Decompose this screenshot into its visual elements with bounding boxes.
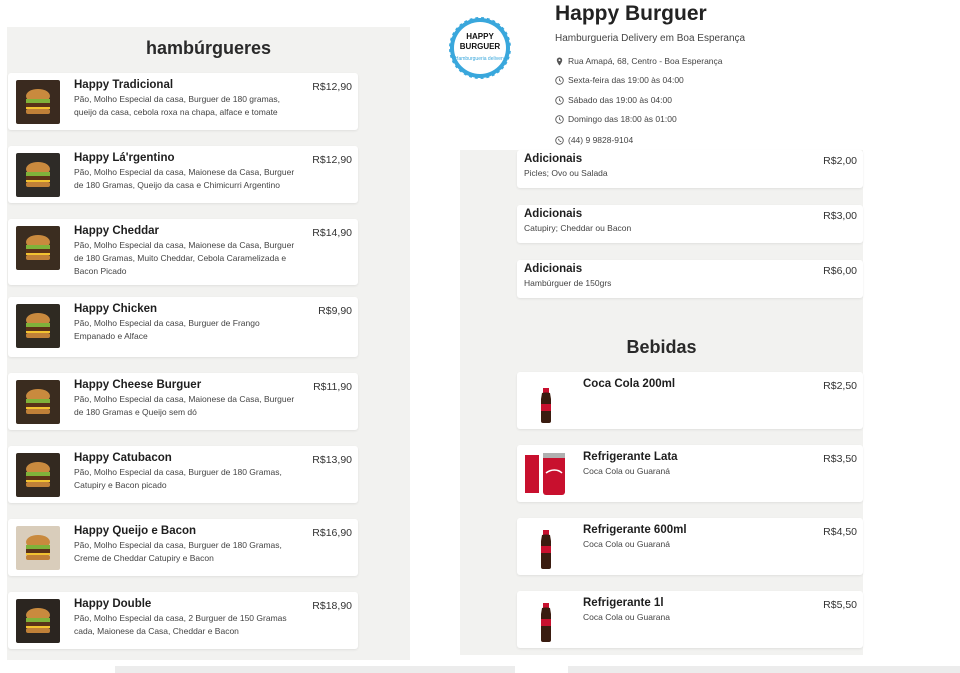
- burger-card[interactable]: Happy Cheese Burguer Pão, Molho Especial …: [8, 373, 358, 430]
- drink-photo: [523, 451, 569, 497]
- drink-description: Coca Cola ou Guaraná: [583, 466, 670, 476]
- burger-card[interactable]: Happy Catubacon Pão, Molho Especial da ca…: [8, 446, 358, 503]
- store-hours-friday: Sexta-feira das 19:00 às 04:00: [568, 75, 684, 85]
- extra-description: Hambúrguer de 150grs: [524, 278, 612, 288]
- drink-description: Coca Cola ou Guaraná: [583, 539, 670, 549]
- burger-price: R$12,90: [312, 81, 352, 93]
- burger-photo: [16, 80, 60, 124]
- burger-card[interactable]: Happy Double Pão, Molho Especial da casa,…: [8, 592, 358, 649]
- burger-name: Happy Queijo e Bacon: [74, 525, 197, 537]
- burger-price: R$9,90: [318, 305, 352, 317]
- store-hours-sunday: Domingo das 18:00 às 01:00: [568, 114, 677, 124]
- whatsapp-icon: [555, 135, 564, 145]
- burger-price: R$18,90: [312, 600, 352, 612]
- drink-photo: [523, 524, 569, 570]
- store-address: Rua Amapá, 68, Centro - Boa Esperança: [568, 56, 723, 66]
- drink-card[interactable]: Refrigerante Lata Coca Cola ou Guaraná R$3…: [517, 445, 863, 502]
- logo-text-line2: BURGUER: [459, 42, 501, 51]
- extra-description: Catupiry; Cheddar ou Bacon: [524, 223, 632, 233]
- burger-description: Pão, Molho Especial da casa, Burguer de …: [74, 540, 282, 563]
- drink-name: Refrigerante 1l: [583, 597, 664, 609]
- drink-price: R$2,50: [823, 380, 857, 392]
- clock-icon: [555, 114, 564, 124]
- burger-description: Pão, Molho Especial da casa, Maionese da…: [74, 167, 295, 190]
- clock-icon: [555, 95, 564, 105]
- drink-price: R$5,50: [823, 599, 857, 611]
- burger-price: R$16,90: [312, 527, 352, 539]
- burger-card[interactable]: Happy Tradicional Pão, Molho Especial da …: [8, 73, 358, 130]
- extra-price: R$3,00: [823, 210, 857, 222]
- burger-price: R$13,90: [312, 454, 352, 466]
- store-hours-row: Sexta-feira das 19:00 às 04:00: [555, 75, 684, 85]
- burger-photo: [16, 304, 60, 348]
- burger-description: Pão, Molho Especial da casa, 2 Burguer d…: [74, 613, 287, 636]
- bottom-divider: [115, 666, 515, 673]
- extra-card[interactable]: Adicionais Hambúrguer de 150grs R$6,00: [517, 260, 863, 298]
- location-pin-icon: [555, 56, 564, 66]
- burger-photo: [16, 153, 60, 197]
- burger-description: Pão, Molho Especial da casa, Burguer de …: [74, 467, 282, 490]
- burger-name: Happy Cheese Burguer: [74, 379, 202, 391]
- drink-name: Refrigerante 600ml: [583, 524, 687, 536]
- burger-name: Happy Chicken: [74, 303, 158, 315]
- burger-description: Pão, Molho Especial da casa, Burguer de …: [74, 318, 260, 341]
- burger-price: R$14,90: [312, 227, 352, 239]
- burger-photo: [16, 380, 60, 424]
- burger-card[interactable]: Happy Chicken Pão, Molho Especial da casa…: [8, 297, 358, 357]
- drinks-section-title: Bebidas: [626, 337, 697, 357]
- extras-drinks-section: Adicionais Picles; Ovo ou Salada R$2,00 Adi…: [460, 150, 863, 655]
- drink-name: Coca Cola 200ml: [583, 378, 676, 390]
- burger-card[interactable]: Happy Queijo e Bacon Pão, Molho Especial …: [8, 519, 358, 576]
- burger-photo: [16, 599, 60, 643]
- burger-name: Happy Lá'rgentino: [74, 152, 175, 164]
- extra-name: Adicionais: [524, 263, 583, 275]
- extra-description: Picles; Ovo ou Salada: [524, 168, 608, 178]
- extra-name: Adicionais: [524, 208, 583, 220]
- burger-price: R$11,90: [313, 381, 352, 393]
- store-hours-saturday: Sábado das 19:00 às 04:00: [568, 95, 672, 105]
- bottom-divider: [568, 666, 960, 673]
- burger-description: Pão, Molho Especial da casa, Maionese da…: [74, 240, 295, 276]
- drink-card[interactable]: Refrigerante 1l Coca Cola ou Guarana R$5,5…: [517, 591, 863, 648]
- logo-text-line3: Hamburgueria delivery: [454, 56, 506, 62]
- burger-name: Happy Double: [74, 598, 152, 610]
- burger-name: Happy Catubacon: [74, 452, 172, 464]
- drink-name: Refrigerante Lata: [583, 451, 678, 463]
- burger-name: Happy Cheddar: [74, 225, 159, 237]
- burger-price: R$12,90: [312, 154, 352, 166]
- store-name: Happy Burguer: [555, 2, 707, 25]
- burger-description: Pão, Molho Especial da casa, Maionese da…: [74, 394, 295, 417]
- burger-photo: [16, 526, 60, 570]
- burger-photo: [16, 226, 60, 270]
- extra-price: R$2,00: [823, 155, 857, 167]
- store-phone[interactable]: (44) 9 9828-9104: [568, 135, 633, 145]
- burger-card[interactable]: Happy Cheddar Pão, Molho Especial da casa…: [8, 219, 358, 285]
- clock-icon: [555, 75, 564, 85]
- burger-card[interactable]: Happy Lá'rgentino Pão, Molho Especial da …: [8, 146, 358, 203]
- extra-card[interactable]: Adicionais Catupiry; Cheddar ou Bacon R$3,…: [517, 205, 863, 243]
- drink-description: Coca Cola ou Guarana: [583, 612, 670, 622]
- extra-name: Adicionais: [524, 153, 583, 165]
- burger-photo: [16, 453, 60, 497]
- store-hours-row: Sábado das 19:00 às 04:00: [555, 95, 672, 105]
- drink-photo: [523, 597, 569, 643]
- drink-price: R$3,50: [823, 453, 857, 465]
- burgers-section: hambúrgueres Happy Tradicional Pão, Molho…: [7, 27, 410, 660]
- drink-card[interactable]: Coca Cola 200ml R$2,50: [517, 372, 863, 429]
- store-tagline: Hamburgueria Delivery em Boa Esperança: [555, 33, 746, 44]
- store-logo: HAPPY BURGUER Hamburgueria delivery: [446, 14, 514, 82]
- store-hours-row: Domingo das 18:00 às 01:00: [555, 114, 677, 124]
- store-address-row: Rua Amapá, 68, Centro - Boa Esperança: [555, 56, 723, 66]
- logo-text-line1: HAPPY: [466, 32, 494, 41]
- extra-card[interactable]: Adicionais Picles; Ovo ou Salada R$2,00: [517, 150, 863, 188]
- drink-photo: [523, 378, 569, 424]
- drink-price: R$4,50: [823, 526, 857, 538]
- burger-description: Pão, Molho Especial da casa, Burguer de …: [74, 94, 281, 117]
- burger-name: Happy Tradicional: [74, 79, 174, 91]
- drink-card[interactable]: Refrigerante 600ml Coca Cola ou Guaraná R$…: [517, 518, 863, 575]
- store-phone-row[interactable]: (44) 9 9828-9104: [555, 135, 633, 145]
- burgers-section-title: hambúrgueres: [145, 38, 272, 58]
- extra-price: R$6,00: [823, 265, 857, 277]
